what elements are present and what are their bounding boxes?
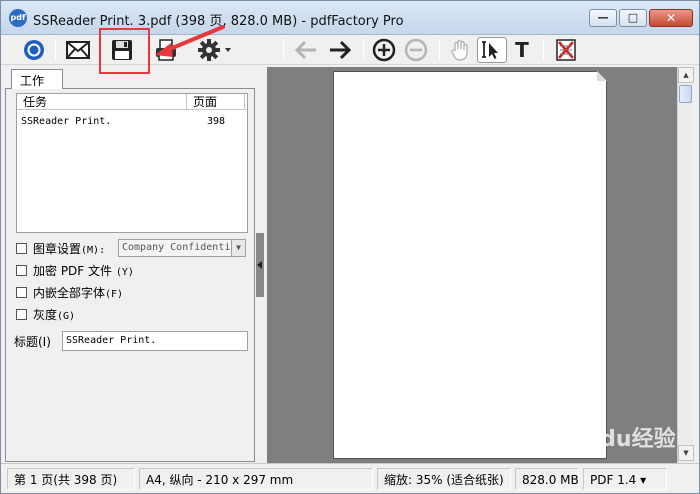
column-header-task[interactable]: 任务	[17, 94, 187, 110]
scroll-down-button[interactable]: ▼	[678, 445, 694, 461]
collapse-left-icon[interactable]	[257, 261, 262, 269]
select-icon	[482, 41, 498, 59]
close-icon: ✕	[665, 11, 677, 25]
work-panel: 任务 页面 SSReader Print. 398 图章设置(M): Compa…	[5, 89, 255, 462]
column-header-pages[interactable]: 页面	[187, 94, 245, 110]
zoom-in-icon	[372, 38, 396, 62]
embed-fonts-option[interactable]: 内嵌全部字体(F)	[16, 283, 123, 301]
forward-arrow-icon	[330, 40, 352, 60]
embed-fonts-checkbox[interactable]	[16, 286, 27, 298]
grayscale-label: 灰度(G)	[33, 307, 76, 322]
title-input[interactable]: SSReader Print.	[62, 331, 248, 351]
pdf-page	[333, 71, 607, 459]
maximize-button[interactable]: □	[619, 9, 647, 27]
pdf-version-select[interactable]: PDF 1.4 ▾	[583, 468, 667, 490]
settings-icon	[198, 39, 231, 61]
print-icon	[156, 39, 176, 61]
view-icon	[24, 40, 44, 60]
status-file-size: 828.0 MB	[515, 468, 579, 490]
view-button[interactable]	[21, 37, 47, 63]
app-window: pdf SSReader Print. 3.pdf (398 页, 828.0 …	[0, 0, 700, 494]
embed-fonts-label: 内嵌全部字体(F)	[33, 285, 124, 300]
window-controls: — □ ✕	[589, 9, 693, 27]
window-title: SSReader Print. 3.pdf (398 页, 828.0 MB) …	[33, 14, 404, 29]
zoom-out-icon	[404, 38, 428, 62]
task-name-cell: SSReader Print.	[21, 116, 112, 127]
save-button[interactable]	[109, 37, 135, 63]
save-icon	[112, 40, 132, 60]
scroll-thumb[interactable]	[679, 85, 692, 103]
delete-page-button[interactable]	[553, 37, 579, 63]
task-list[interactable]: 任务 页面 SSReader Print. 398	[16, 93, 248, 233]
toolbar-separator	[543, 39, 544, 61]
chevron-down-icon[interactable]: ▼	[231, 240, 245, 256]
encrypt-checkbox[interactable]	[16, 264, 27, 276]
back-arrow-icon	[294, 40, 316, 60]
forward-button[interactable]	[327, 37, 353, 63]
panel-splitter[interactable]	[256, 233, 264, 297]
status-zoom: 缩放: 35% (适合纸张)	[377, 468, 511, 490]
toolbar-separator	[439, 39, 440, 61]
stamp-checkbox[interactable]	[16, 242, 27, 254]
task-pages-cell: 398	[207, 116, 226, 127]
toolbar: T	[1, 35, 699, 65]
print-button[interactable]	[153, 37, 179, 63]
stamp-label: 图章设置(M):	[33, 241, 106, 256]
list-item[interactable]: SSReader Print. 398	[17, 114, 247, 130]
settings-dropdown[interactable]	[195, 37, 235, 63]
minimize-button[interactable]: —	[589, 9, 617, 27]
hand-tool-button[interactable]	[447, 37, 473, 63]
hand-icon	[451, 39, 468, 61]
pdf-app-icon: pdf	[9, 9, 27, 27]
scroll-up-button[interactable]: ▲	[678, 67, 694, 83]
close-button[interactable]: ✕	[649, 9, 693, 27]
email-icon	[66, 41, 90, 59]
text-icon: T	[515, 38, 529, 62]
stamp-option[interactable]: 图章设置(M):	[16, 239, 105, 257]
email-button[interactable]	[65, 37, 91, 63]
back-button[interactable]	[293, 37, 319, 63]
encrypt-option[interactable]: 加密 PDF 文件 (Y)	[16, 261, 134, 279]
tab-work[interactable]: 工作	[11, 69, 63, 90]
page-fold-corner	[597, 71, 607, 81]
maximize-icon: □	[627, 11, 639, 24]
zoom-in-button[interactable]	[371, 37, 397, 63]
toolbar-separator	[55, 39, 56, 61]
status-bar: 第 1 页(共 398 页) A4, 纵向 - 210 x 297 mm 缩放:…	[1, 463, 699, 493]
toolbar-separator	[363, 39, 364, 61]
stamp-select[interactable]: Company Confidenti ▼	[118, 239, 246, 257]
vertical-scrollbar[interactable]: ▲ ▼	[677, 67, 694, 463]
page-preview-area[interactable]	[267, 67, 677, 463]
title-field-label: 标题(I)	[14, 335, 51, 349]
task-list-header: 任务 页面	[17, 94, 247, 110]
delete-page-icon	[556, 39, 576, 61]
encrypt-label: 加密 PDF 文件 (Y)	[33, 263, 134, 278]
status-paper-size: A4, 纵向 - 210 x 297 mm	[139, 468, 373, 490]
tab-strip: 工作	[5, 67, 255, 90]
text-tool-button[interactable]: T	[509, 37, 535, 63]
grayscale-option[interactable]: 灰度(G)	[16, 305, 75, 323]
select-tool-button[interactable]	[477, 37, 507, 63]
grayscale-checkbox[interactable]	[16, 308, 27, 320]
toolbar-separator	[283, 39, 284, 61]
stamp-select-value: Company Confidenti	[122, 242, 231, 253]
left-panel: 工作 任务 页面 SSReader Print. 398 图章设置(M): Co…	[5, 67, 255, 462]
minimize-icon: —	[597, 11, 609, 24]
status-page-count: 第 1 页(共 398 页)	[7, 468, 135, 490]
zoom-out-button[interactable]	[403, 37, 429, 63]
title-bar: pdf SSReader Print. 3.pdf (398 页, 828.0 …	[1, 1, 699, 35]
